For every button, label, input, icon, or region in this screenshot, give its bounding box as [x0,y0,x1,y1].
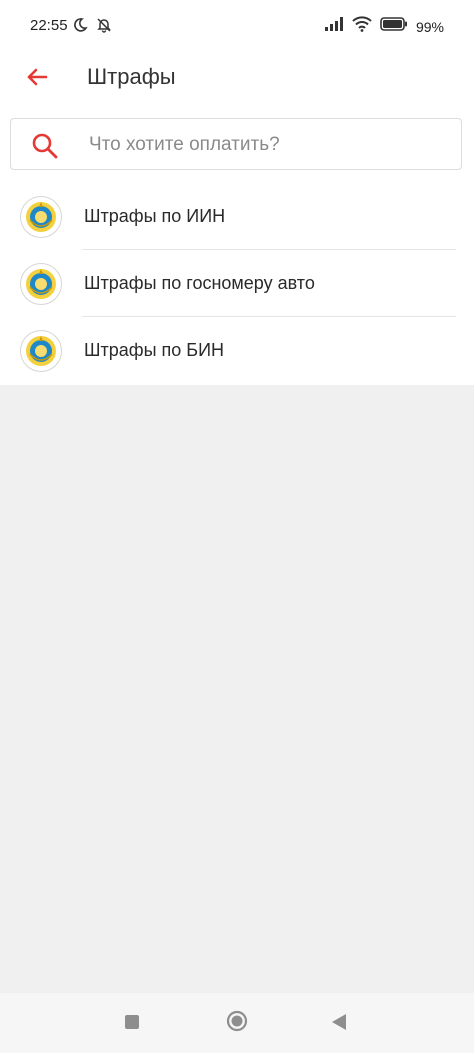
status-bar: 22:55 99% [0,0,474,50]
kazakhstan-emblem-icon [20,329,62,372]
battery-icon [380,17,408,36]
list-item-label: Штрафы по ИИН [84,206,226,226]
search-box[interactable] [10,118,462,170]
back-button[interactable] [22,62,52,92]
status-right-icons: 99% [324,16,444,37]
status-left-icons [72,17,112,38]
app-bar: Штрафы [0,50,474,107]
bell-off-icon [96,17,112,38]
search-input[interactable] [87,129,451,161]
signal-icon [324,17,344,36]
search-icon [31,132,59,165]
list-item-fines-by-plate[interactable]: Штрафы по госномеру авто [0,250,474,317]
recent-apps-icon[interactable] [125,1015,139,1029]
moon-icon [72,17,88,38]
fines-list: Штрафы по ИИН Штрафы по госномеру авто Ш… [0,183,474,385]
kazakhstan-emblem-icon [20,262,62,305]
wifi-icon [352,16,372,37]
kazakhstan-emblem-icon [20,195,62,238]
search-section [0,106,474,184]
list-item-label: Штрафы по госномеру авто [84,273,315,293]
list-item-label: Штрафы по БИН [84,340,225,360]
battery-percent: 99% [415,18,444,35]
home-icon[interactable] [226,1010,248,1032]
page-title: Штрафы [87,64,176,89]
system-nav-bar [0,993,474,1053]
list-item-fines-by-bin[interactable]: Штрафы по БИН [0,317,474,384]
list-item-fines-by-iin[interactable]: Штрафы по ИИН [0,183,474,250]
status-time: 22:55 [30,17,68,34]
arrow-left-icon [27,68,48,86]
back-triangle-icon[interactable] [331,1013,347,1036]
